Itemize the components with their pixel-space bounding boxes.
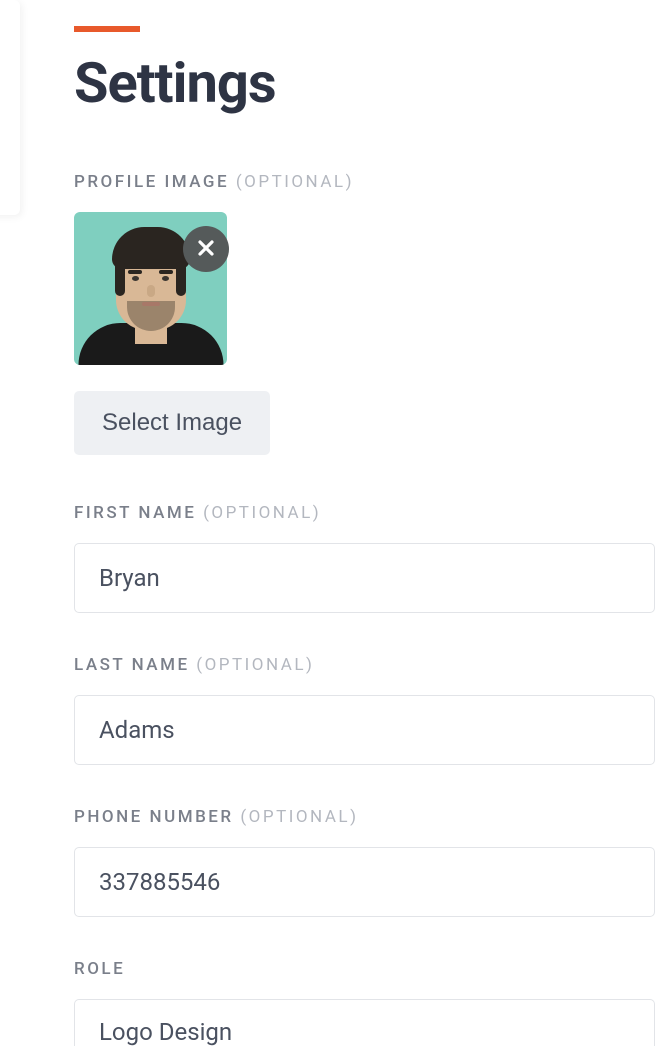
profile-image-label: PROFILE IMAGE (OPTIONAL) [74,172,655,192]
first-name-label: FIRST NAME (OPTIONAL) [74,503,655,523]
settings-container: Settings PROFILE IMAGE (OPTIONAL) [0,0,655,1046]
role-input[interactable]: Logo Design [74,999,655,1046]
phone-number-label-optional: (OPTIONAL) [240,807,358,827]
profile-image-wrapper [74,212,227,365]
first-name-field: FIRST NAME (OPTIONAL) [74,503,655,613]
role-label-text: ROLE [74,959,125,979]
phone-number-field: PHONE NUMBER (OPTIONAL) [74,807,655,917]
close-icon [197,235,215,263]
profile-image-field: PROFILE IMAGE (OPTIONAL) [74,172,655,503]
last-name-label-optional: (OPTIONAL) [196,655,314,675]
first-name-label-text: FIRST NAME [74,503,196,523]
page-title: Settings [74,50,655,116]
accent-bar [74,26,140,32]
last-name-label: LAST NAME (OPTIONAL) [74,655,655,675]
last-name-input[interactable] [74,695,655,765]
first-name-input[interactable] [74,543,655,613]
last-name-field: LAST NAME (OPTIONAL) [74,655,655,765]
phone-number-input[interactable] [74,847,655,917]
role-field: ROLE Logo Design [74,959,655,1046]
first-name-label-optional: (OPTIONAL) [203,503,321,523]
profile-image-label-text: PROFILE IMAGE [74,172,229,192]
phone-number-label-text: PHONE NUMBER [74,807,234,827]
profile-image-label-optional: (OPTIONAL) [236,172,354,192]
last-name-label-text: LAST NAME [74,655,190,675]
remove-image-button[interactable] [183,226,229,272]
role-label: ROLE [74,959,655,979]
phone-number-label: PHONE NUMBER (OPTIONAL) [74,807,655,827]
select-image-button[interactable]: Select Image [74,391,270,455]
sidebar-edge [0,0,20,215]
